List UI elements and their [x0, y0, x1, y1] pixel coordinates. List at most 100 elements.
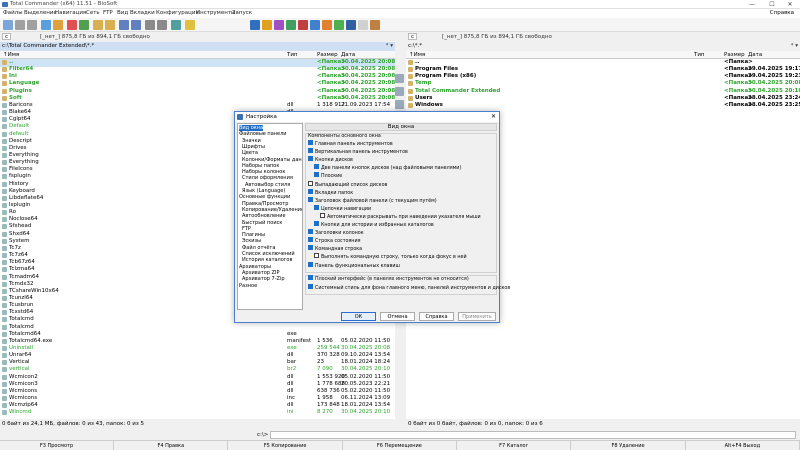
tree-item[interactable]: Автообновление [242, 213, 286, 219]
checkbox-icon[interactable] [308, 156, 313, 162]
checkbox-icon[interactable] [308, 148, 313, 154]
col-size[interactable]: Размер [317, 52, 338, 58]
thumbnails-icon[interactable] [41, 20, 51, 30]
left-path-bar[interactable]: c:\Total Commander Extended\*.* * ▾ [0, 42, 395, 51]
ftp-connect-icon[interactable] [119, 20, 129, 30]
vertical-button-icon[interactable] [395, 100, 404, 109]
tree-item[interactable]: Архиваторы [239, 264, 271, 270]
plugin-icon[interactable] [370, 20, 380, 30]
edit-icon[interactable] [286, 20, 296, 30]
fkey-button[interactable]: F4 Правка [114, 441, 229, 450]
menu-tools[interactable]: Инструменты [196, 10, 235, 16]
option-checkbox[interactable]: Выпадающий список дисков [308, 180, 387, 189]
full-view-icon[interactable] [27, 20, 37, 30]
close-button[interactable]: ✕ [780, 0, 800, 9]
compare-icon[interactable] [274, 20, 284, 30]
folder-icon[interactable] [262, 20, 272, 30]
ok-button[interactable]: ОК [341, 312, 376, 321]
command-input[interactable] [270, 431, 796, 439]
checkbox-icon[interactable] [308, 237, 313, 243]
right-drive-selector[interactable]: c [408, 33, 418, 40]
menu-help[interactable]: Справка [770, 10, 794, 16]
tree-item[interactable]: Плагины [242, 232, 265, 238]
menu-view[interactable]: Вид [117, 10, 128, 16]
menu-launch[interactable]: Запуск [232, 10, 252, 16]
option-checkbox[interactable]: Заголовок файловой панели (с текущим пут… [308, 196, 437, 205]
tree-item[interactable]: История каталогов [242, 257, 292, 263]
cancel-button[interactable]: Отмена [380, 312, 415, 321]
left-drive-selector[interactable]: c [2, 33, 12, 40]
delete-icon[interactable] [298, 20, 308, 30]
option-checkbox[interactable]: Вертикальная панель инструментов [308, 148, 408, 156]
options-tree[interactable]: Вид окна Файловые панели Значки Шрифты Цвета… [237, 123, 303, 310]
vertical-button-icon[interactable] [395, 87, 404, 96]
checkbox-icon[interactable] [308, 245, 313, 251]
option-checkbox[interactable]: Кнопки для истории и избранных каталогов [314, 221, 434, 229]
tree-item[interactable]: Значки [242, 138, 261, 144]
maximize-button[interactable]: ☐ [762, 0, 782, 9]
fkey-button[interactable]: F5 Копирование [229, 441, 343, 450]
brief-view-icon[interactable] [15, 20, 25, 30]
apply-button[interactable]: Применить [458, 312, 496, 321]
option-checkbox[interactable]: Командная строка [308, 245, 362, 253]
tree-item[interactable]: Шрифты [242, 144, 265, 150]
option-checkbox[interactable]: Выполнять командную строку, только когда… [314, 253, 467, 261]
menu-network[interactable]: Сеть [86, 10, 100, 16]
tree-item[interactable]: Стили оформления [242, 175, 293, 181]
file-row[interactable]: Windows <Папка> 28.04.2025 23:25 [406, 102, 800, 110]
checkbox-icon[interactable] [314, 253, 319, 259]
tree-icon[interactable] [53, 20, 63, 30]
option-checkbox[interactable]: Цепочки навигации [314, 204, 371, 213]
copy-icon[interactable] [310, 20, 320, 30]
checkbox-icon[interactable] [314, 204, 319, 210]
checkbox-icon[interactable] [308, 283, 313, 289]
pack-icon[interactable] [93, 20, 103, 30]
tree-item[interactable]: Архиватор ZIP [242, 270, 279, 276]
option-checkbox[interactable]: Две панели кнопок дисков (над файловыми … [314, 164, 461, 172]
tree-item[interactable]: Эскизы [242, 238, 261, 244]
option-checkbox[interactable]: Главная панель инструментов [308, 140, 393, 148]
fkey-button[interactable]: F3 Просмотр [0, 441, 114, 450]
tree-item[interactable]: Наборы папок [242, 163, 279, 169]
checkbox-icon[interactable] [308, 188, 313, 194]
option-checkbox[interactable]: Плоские [314, 172, 342, 180]
help-button[interactable]: Справка [419, 312, 454, 321]
forward-icon[interactable] [79, 20, 89, 30]
tree-item[interactable]: Колонки/Форматы данных [242, 157, 302, 163]
sync-icon[interactable] [171, 20, 181, 30]
tree-item[interactable]: Наборы колонок [242, 169, 285, 175]
checkbox-icon[interactable] [308, 261, 313, 267]
tree-item[interactable]: Список исключений [242, 251, 295, 257]
col-type[interactable]: Тип [287, 52, 298, 58]
left-history-icon[interactable]: * ▾ [386, 43, 393, 49]
col-name[interactable]: ↑Имя [409, 52, 425, 58]
tree-item[interactable]: Разное [239, 283, 257, 289]
tree-item[interactable]: Копирование/Удаление [242, 207, 302, 213]
terminal-icon[interactable] [346, 20, 356, 30]
vertical-button-icon[interactable] [395, 74, 404, 83]
tree-item[interactable]: Цвета [242, 150, 258, 156]
option-checkbox[interactable]: Системный стиль для фона главного меню, … [308, 283, 510, 292]
checkbox-icon[interactable] [320, 212, 325, 218]
checkbox-icon[interactable] [308, 196, 313, 202]
minimize-button[interactable]: — [742, 0, 762, 9]
fkey-button[interactable]: F8 Удаление [572, 441, 686, 450]
refresh-icon[interactable] [3, 20, 13, 30]
col-date[interactable]: Дата [748, 52, 762, 58]
fkey-button[interactable]: F7 Каталог [457, 441, 572, 450]
search-icon[interactable] [250, 20, 260, 30]
fkey-button[interactable]: F6 Перемещение [343, 441, 457, 450]
checkbox-icon[interactable] [314, 164, 319, 170]
option-checkbox[interactable]: Автоматически раскрывать при наведении у… [320, 212, 481, 221]
tree-item[interactable]: Быстрый поиск [242, 220, 282, 226]
find-icon[interactable] [145, 20, 155, 30]
col-size[interactable]: Размер [724, 52, 745, 58]
menu-selection[interactable]: Выделение [24, 10, 57, 16]
right-path-bar[interactable]: c:\*.* * ▾ [406, 42, 800, 51]
rename-icon[interactable] [157, 20, 167, 30]
tree-item[interactable]: Язык (Language) [242, 188, 285, 194]
unpack-icon[interactable] [105, 20, 115, 30]
right-history-icon[interactable]: * ▾ [791, 43, 798, 49]
checkbox-icon[interactable] [314, 172, 319, 178]
file-row[interactable]: Wincmd ini 8 270 30.04.2025 20:10 [0, 409, 395, 417]
